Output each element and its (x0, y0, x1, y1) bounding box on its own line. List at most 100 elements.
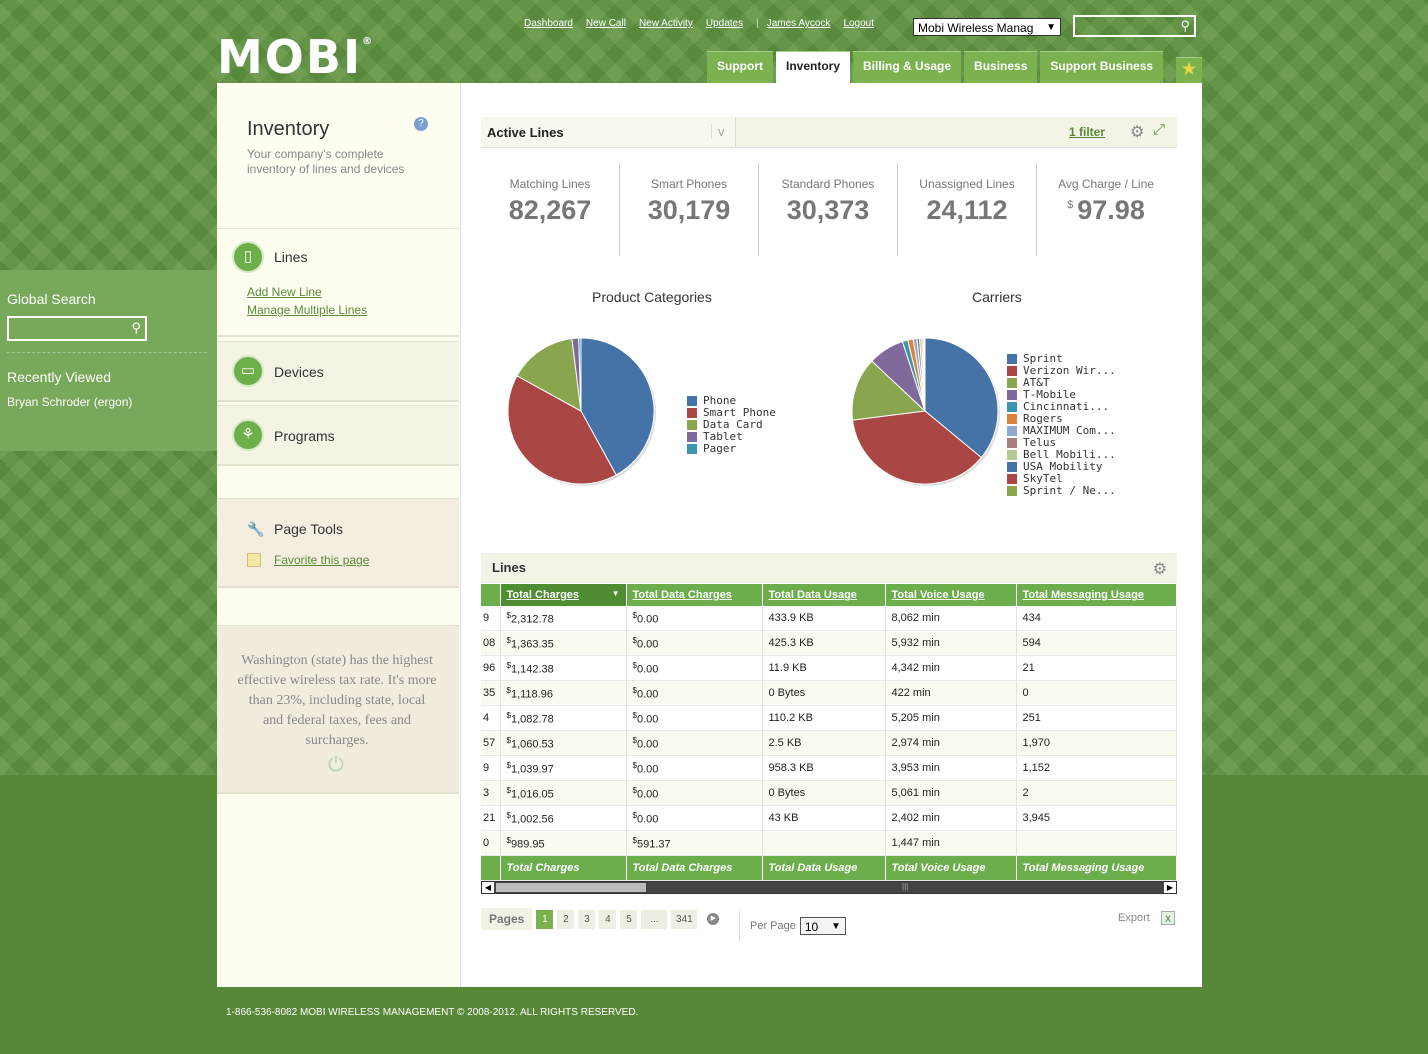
cell-total-messaging-usage: 1,970 (1016, 730, 1177, 756)
updates-link[interactable]: Updates (706, 18, 743, 29)
mobi-logo[interactable]: MOBI® (217, 30, 374, 84)
table-row[interactable]: 35 $1,118.96 $0.00 0 Bytes 422 min 0 (481, 680, 1177, 706)
sidebar-item-devices[interactable]: ▭ Devices (217, 341, 459, 402)
page-button[interactable]: 2 (557, 909, 575, 929)
export-link[interactable]: Export (1118, 912, 1150, 924)
help-icon[interactable]: ? (414, 117, 428, 131)
page-button[interactable]: 4 (599, 909, 617, 929)
new-call-link[interactable]: New Call (586, 18, 626, 29)
legend-swatch (687, 396, 697, 406)
new-activity-link[interactable]: New Activity (639, 18, 693, 29)
global-search-input[interactable]: ⚲ (7, 316, 147, 341)
column-header-total-charges[interactable]: Total Charges ▼ (500, 584, 627, 606)
legend-swatch (1007, 354, 1017, 364)
legend-item[interactable]: Pager (687, 443, 776, 455)
footer-total-data-usage: Total Data Usage (762, 855, 886, 881)
logout-link[interactable]: Logout (843, 18, 874, 29)
cell-total-charges: $1,363.35 (500, 630, 627, 656)
tab-support[interactable]: Support (707, 51, 773, 83)
tab-business[interactable]: Business (964, 51, 1038, 83)
scrollbar-thumb[interactable] (496, 883, 646, 892)
stat-label: Smart Phones (650, 177, 728, 191)
stat-smart-phones: Smart Phones 30,179 (620, 163, 759, 256)
user-link[interactable]: James Aycock (767, 18, 831, 29)
sidebar-item-programs[interactable]: ⚘ Programs (217, 405, 459, 466)
table-row[interactable]: 21 $1,002.56 $0.00 43 KB 2,402 min 3,945 (481, 805, 1177, 831)
per-page-select[interactable]: 10 ▼ (799, 917, 846, 935)
table-row[interactable]: 4 $1,082.78 $0.00 110.2 KB 5,205 min 251 (481, 705, 1177, 731)
legend-label: Pager (703, 442, 737, 455)
legend-swatch (687, 444, 697, 454)
stat-matching-lines: Matching Lines 82,267 (481, 163, 620, 256)
power-icon[interactable]: ⏻ (328, 754, 344, 777)
tab-inventory[interactable]: Inventory (776, 51, 851, 83)
next-page-icon[interactable]: ▶ (707, 913, 720, 925)
add-new-line-link[interactable]: Add New Line (247, 285, 322, 299)
table-row[interactable]: 0 $989.95 $591.37 1,447 min (481, 830, 1177, 856)
cell-total-voice-usage: 422 min (885, 680, 1017, 706)
manage-multiple-lines-link[interactable]: Manage Multiple Lines (247, 303, 367, 317)
lines-phone-icon: ▯ (232, 241, 264, 273)
horizontal-scrollbar[interactable]: ◀ ||| ▶ (481, 881, 1177, 894)
scroll-right-icon[interactable]: ▶ (1164, 882, 1176, 893)
legend-swatch (1007, 378, 1017, 388)
favorites-star-icon[interactable]: ★ (1176, 57, 1203, 83)
legend-swatch (1007, 450, 1017, 460)
page-button[interactable]: 5 (620, 909, 638, 929)
device-icon: ▭ (232, 355, 264, 387)
sidebar-header: Inventory Your company's complete invent… (217, 83, 459, 230)
company-select[interactable]: Mobi Wireless Manag ▼ (913, 18, 1061, 36)
column-header-total-data-charges[interactable]: Total Data Charges (626, 584, 763, 606)
footer-total-voice-usage: Total Voice Usage (885, 855, 1017, 881)
recent-item[interactable]: Bryan Schroder (ergon) (7, 395, 132, 409)
favorite-page-link[interactable]: Favorite this page (274, 553, 369, 567)
chart-title-product-categories: Product Categories (592, 289, 712, 305)
table-row[interactable]: 3 $1,016.05 $0.00 0 Bytes 5,061 min 2 (481, 780, 1177, 806)
table-row[interactable]: 9 $1,039.97 $0.00 958.3 KB 3,953 min 1,152 (481, 755, 1177, 781)
gear-icon[interactable]: ⚙ (1153, 559, 1167, 579)
cell-total-data-charges: $591.37 (626, 830, 763, 856)
cell-total-data-usage: 958.3 KB (762, 755, 886, 781)
scroll-left-icon[interactable]: ◀ (482, 882, 494, 893)
excel-icon[interactable]: X (1161, 911, 1175, 925)
tab-billing-usage[interactable]: Billing & Usage (853, 51, 962, 83)
table-footer-row: Total Charges Total Data Charges Total D… (481, 855, 1177, 881)
cell-total-data-usage: 433.9 KB (762, 606, 886, 631)
cell-total-charges: $1,016.05 (500, 780, 627, 806)
global-panel: Global Search ⚲ Recently Viewed Bryan Sc… (0, 270, 217, 451)
legend-swatch (1007, 462, 1017, 472)
cell-cut: 35 (481, 680, 501, 706)
footer-total-messaging-usage: Total Messaging Usage (1016, 855, 1177, 881)
stat-standard-phones: Standard Phones 30,373 (759, 163, 898, 256)
cell-total-data-usage (762, 830, 886, 856)
page-button[interactable]: 341 (671, 909, 698, 929)
view-toolbar: Active Lines v 1 filter ⚙ ⤢ (481, 117, 1177, 148)
table-row[interactable]: 9 $2,312.78 $0.00 433.9 KB 8,062 min 434 (481, 606, 1177, 631)
cell-total-messaging-usage: 0 (1016, 680, 1177, 706)
per-page-label: Per Page (750, 920, 796, 932)
tab-support-business[interactable]: Support Business (1040, 51, 1164, 83)
page-button[interactable]: 3 (578, 909, 596, 929)
table-row[interactable]: 08 $1,363.35 $0.00 425.3 KB 5,932 min 594 (481, 630, 1177, 656)
column-header-total-data-usage[interactable]: Total Data Usage (762, 584, 886, 606)
fact-text: Washington (state) has the highest effec… (237, 653, 437, 748)
legend-item[interactable]: Sprint / Ne... (1007, 485, 1116, 497)
stat-value: 30,373 (786, 195, 870, 225)
header-search-input[interactable]: ⚲ (1073, 15, 1196, 37)
column-header-total-voice-usage[interactable]: Total Voice Usage (885, 584, 1017, 606)
gear-icon[interactable]: ⚙ (1130, 122, 1144, 142)
cell-total-charges: $1,118.96 (500, 680, 627, 706)
lines-label[interactable]: Lines (274, 249, 307, 265)
table-row[interactable]: 57 $1,060.53 $0.00 2.5 KB 2,974 min 1,970 (481, 730, 1177, 756)
global-search-title: Global Search (7, 291, 96, 307)
cell-total-voice-usage: 5,205 min (885, 705, 1017, 731)
expand-icon[interactable]: ⤢ (1153, 121, 1165, 138)
view-select[interactable]: Active Lines v (481, 117, 736, 147)
dashboard-link[interactable]: Dashboard (524, 18, 573, 29)
cell-total-messaging-usage: 3,945 (1016, 805, 1177, 831)
column-header-total-messaging-usage[interactable]: Total Messaging Usage (1016, 584, 1177, 606)
page-button[interactable]: 1 (536, 909, 554, 929)
table-row[interactable]: 96 $1,142.38 $0.00 11.9 KB 4,342 min 21 (481, 655, 1177, 681)
legend-swatch (1007, 438, 1017, 448)
filter-link[interactable]: 1 filter (1069, 125, 1105, 139)
